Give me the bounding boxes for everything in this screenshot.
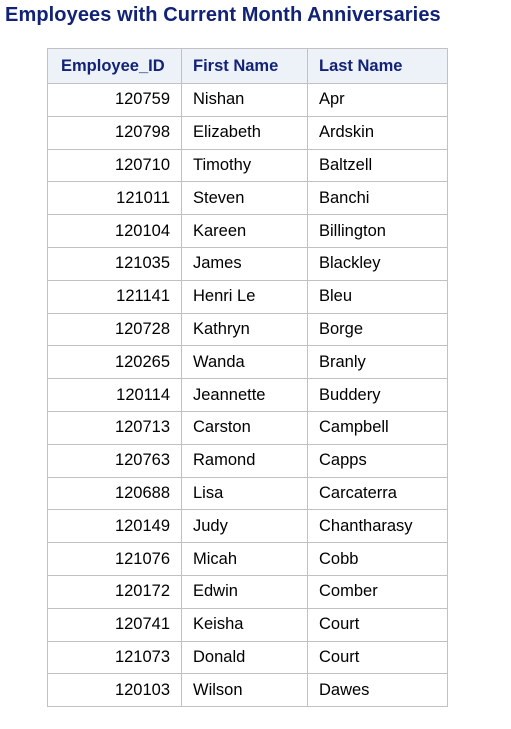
cell-employee-id: 121141 [47,279,182,314]
table-row: 120104 Kareen Billington [47,214,448,248]
cell-first-name: Ramond [181,443,308,478]
anniversary-table: Employee_ID First Name Last Name 120759 N… [47,48,448,708]
table-row: 120759 Nishan Apr [47,83,448,117]
cell-employee-id: 120103 [47,673,182,708]
table-row: 120798 Elizabeth Ardskin [47,115,448,150]
column-header-first-name: First Name [181,48,308,84]
cell-employee-id: 121073 [47,640,182,675]
cell-employee-id: 121011 [47,181,182,216]
column-header-employee-id: Employee_ID [47,48,182,84]
table-row: 120149 Judy Chantharasy [47,509,448,544]
table-row: 121035 James Blackley [47,246,448,281]
cell-employee-id: 120798 [47,115,182,150]
cell-first-name: Henri Le [181,279,308,314]
cell-first-name: Edwin [181,574,308,609]
cell-last-name: Apr [307,83,448,117]
table-row: 120763 Ramond Capps [47,443,448,478]
cell-employee-id: 121035 [47,246,182,281]
cell-last-name: Campbell [307,410,448,445]
cell-last-name: Blackley [307,246,448,281]
cell-first-name: Lisa [181,476,308,511]
cell-last-name: Ardskin [307,115,448,150]
cell-first-name: Timothy [181,148,308,183]
cell-first-name: Donald [181,640,308,675]
table-row: 121141 Henri Le Bleu [47,279,448,314]
table-row: 121076 Micah Cobb [47,542,448,576]
cell-last-name: Bleu [307,279,448,314]
cell-last-name: Cobb [307,542,448,576]
table-row: 120172 Edwin Comber [47,574,448,609]
cell-first-name: Wilson [181,673,308,708]
cell-first-name: Kathryn [181,312,308,347]
cell-last-name: Comber [307,574,448,609]
cell-employee-id: 120172 [47,574,182,609]
table-row: 121011 Steven Banchi [47,181,448,216]
cell-employee-id: 120149 [47,509,182,544]
cell-first-name: Micah [181,542,308,576]
cell-last-name: Branly [307,345,448,380]
cell-first-name: Carston [181,410,308,445]
cell-employee-id: 120713 [47,410,182,445]
cell-last-name: Banchi [307,181,448,216]
cell-employee-id: 120759 [47,83,182,117]
table-row: 120710 Timothy Baltzell [47,148,448,183]
table-body: 120759 Nishan Apr 120798 Elizabeth Ardskin 120… [47,83,448,708]
cell-last-name: Court [307,607,448,642]
cell-first-name: Nishan [181,83,308,117]
table-row: 120114 Jeannette Buddery [47,378,448,412]
cell-last-name: Capps [307,443,448,478]
cell-last-name: Dawes [307,673,448,708]
cell-last-name: Court [307,640,448,675]
header-row: Employee_ID First Name Last Name [47,48,448,84]
column-header-last-name: Last Name [307,48,448,84]
cell-last-name: Buddery [307,378,448,412]
cell-first-name: Kareen [181,214,308,248]
cell-last-name: Chantharasy [307,509,448,544]
cell-first-name: Wanda [181,345,308,380]
cell-last-name: Borge [307,312,448,347]
cell-employee-id: 120104 [47,214,182,248]
cell-first-name: Jeannette [181,378,308,412]
cell-first-name: Elizabeth [181,115,308,150]
table-row: 120688 Lisa Carcaterra [47,476,448,511]
table-row: 120265 Wanda Branly [47,345,448,380]
cell-first-name: Keisha [181,607,308,642]
cell-employee-id: 120728 [47,312,182,347]
cell-first-name: James [181,246,308,281]
cell-employee-id: 121076 [47,542,182,576]
table-row: 120741 Keisha Court [47,607,448,642]
cell-employee-id: 120114 [47,378,182,412]
cell-first-name: Steven [181,181,308,216]
cell-last-name: Baltzell [307,148,448,183]
table-row: 121073 Donald Court [47,640,448,675]
cell-employee-id: 120741 [47,607,182,642]
cell-employee-id: 120710 [47,148,182,183]
cell-last-name: Carcaterra [307,476,448,511]
cell-first-name: Judy [181,509,308,544]
table-header: Employee_ID First Name Last Name [47,48,448,84]
table-row: 120103 Wilson Dawes [47,673,448,708]
cell-employee-id: 120265 [47,345,182,380]
table-row: 120713 Carston Campbell [47,410,448,445]
table-row: 120728 Kathryn Borge [47,312,448,347]
cell-employee-id: 120688 [47,476,182,511]
cell-last-name: Billington [307,214,448,248]
cell-employee-id: 120763 [47,443,182,478]
page-title: Employees with Current Month Anniversari… [5,4,441,26]
